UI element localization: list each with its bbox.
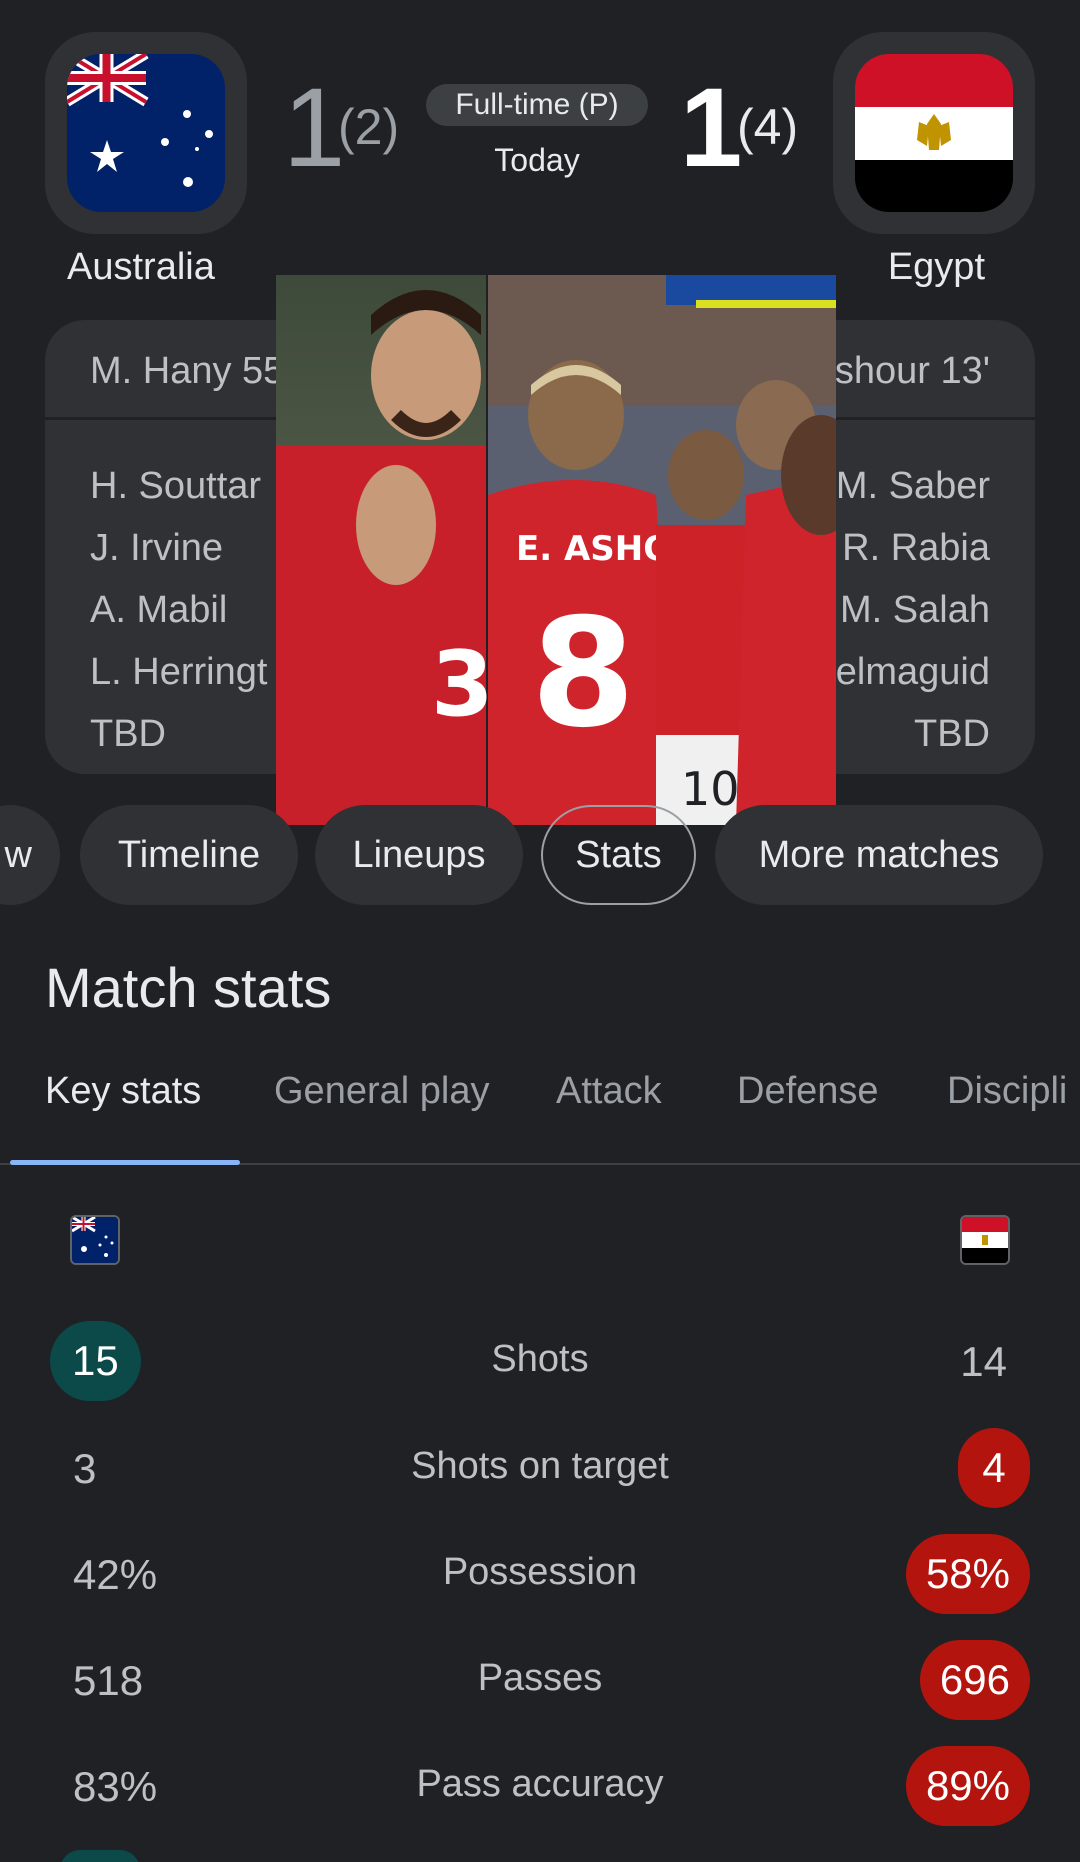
home-player: A. Mabil [90,589,228,631]
tab-label: Stats [575,833,662,876]
away-goal-scorer: shour 13' [834,350,990,392]
home-penalty-score: (2) [338,99,400,155]
tab-label: Lineups [352,833,486,876]
away-stat-leader-badge: 696 [919,1640,1030,1720]
stats-subtabs: Key stats General play Attack Defense Di… [0,1040,1080,1165]
match-tabs: w Timeline Lineups Stats More matches [0,805,1080,905]
australia-logo[interactable] [45,32,247,234]
subtab-defense[interactable]: Defense [737,1070,879,1113]
subtab-attack[interactable]: Attack [556,1070,662,1113]
stat-label: Shots on target [411,1445,669,1487]
highlight-video-overlay[interactable]: 3 E. ASHOUR 8 10 [276,275,836,825]
match-date: Today [494,142,580,178]
jersey-number-left: 3 [431,632,494,737]
tab-stats[interactable]: Stats [541,805,696,905]
home-penalty-takers: H. Souttar J. Irvine A. Mabil L. Herring… [90,455,267,765]
tab-more-matches[interactable]: More matches [715,805,1043,905]
section-title: Match stats [45,956,332,1019]
egypt-logo[interactable] [833,32,1035,234]
egypt-flag-icon [960,1215,1010,1265]
tab-label: More matches [758,833,1000,876]
egypt-flag-icon [855,54,1013,212]
australia-flag-icon [67,54,225,212]
jersey-number-center: 8 [531,587,635,761]
away-stat-leader-badge: 89% [905,1746,1030,1826]
stat-row-possession: 42% Possession 58% [0,1529,1080,1619]
match-status-badge: Full-time (P) [426,84,648,126]
away-penalty-takers: M. Saber R. Rabia M. Salah elmaguid TBD [836,455,990,765]
stat-row-shots: 15 Shots 14 [0,1316,1080,1406]
subtab-general-play[interactable]: General play [274,1070,489,1113]
away-player: M. Salah [840,589,990,631]
stat-label: Passes [477,1657,603,1699]
tab-label: Timeline [117,833,261,876]
tab-timeline[interactable]: Timeline [80,805,298,905]
stat-row-shots-on-target: 3 Shots on target 4 [0,1423,1080,1513]
stat-row-passes: 518 Passes 696 [0,1635,1080,1725]
away-stat-leader-badge: 58% [905,1534,1030,1614]
stat-row-pass-accuracy: 83% Pass accuracy 89% [0,1741,1080,1831]
away-player: elmaguid [835,651,990,693]
home-score: 1 [283,65,346,190]
subtab-key-stats[interactable]: Key stats [45,1070,201,1113]
away-stat-value: 14 [960,1338,1007,1385]
home-player: TBD [90,713,166,755]
away-player: TBD [914,713,990,755]
stat-label: Shots [491,1338,589,1380]
subtab-discipline[interactable]: Discipli [947,1070,1067,1113]
active-subtab-indicator [10,1160,240,1165]
tab-lineups[interactable]: Lineups [315,805,523,905]
next-stat-badge-peek [60,1850,140,1862]
away-penalty-score: (4) [737,99,799,155]
tab-label: w [4,833,32,876]
home-goal-scorer: M. Hany 55 [90,350,285,392]
tab-overview[interactable]: w [0,805,60,905]
away-player: R. Rabia [842,527,990,569]
home-player: H. Souttar [90,465,262,507]
australia-flag-icon [70,1215,120,1265]
away-score: 1 [680,65,743,190]
away-stat-leader-badge: 4 [958,1428,1030,1508]
home-player: L. Herringt [90,651,268,693]
home-player: J. Irvine [90,527,224,569]
away-player: M. Saber [835,465,990,507]
